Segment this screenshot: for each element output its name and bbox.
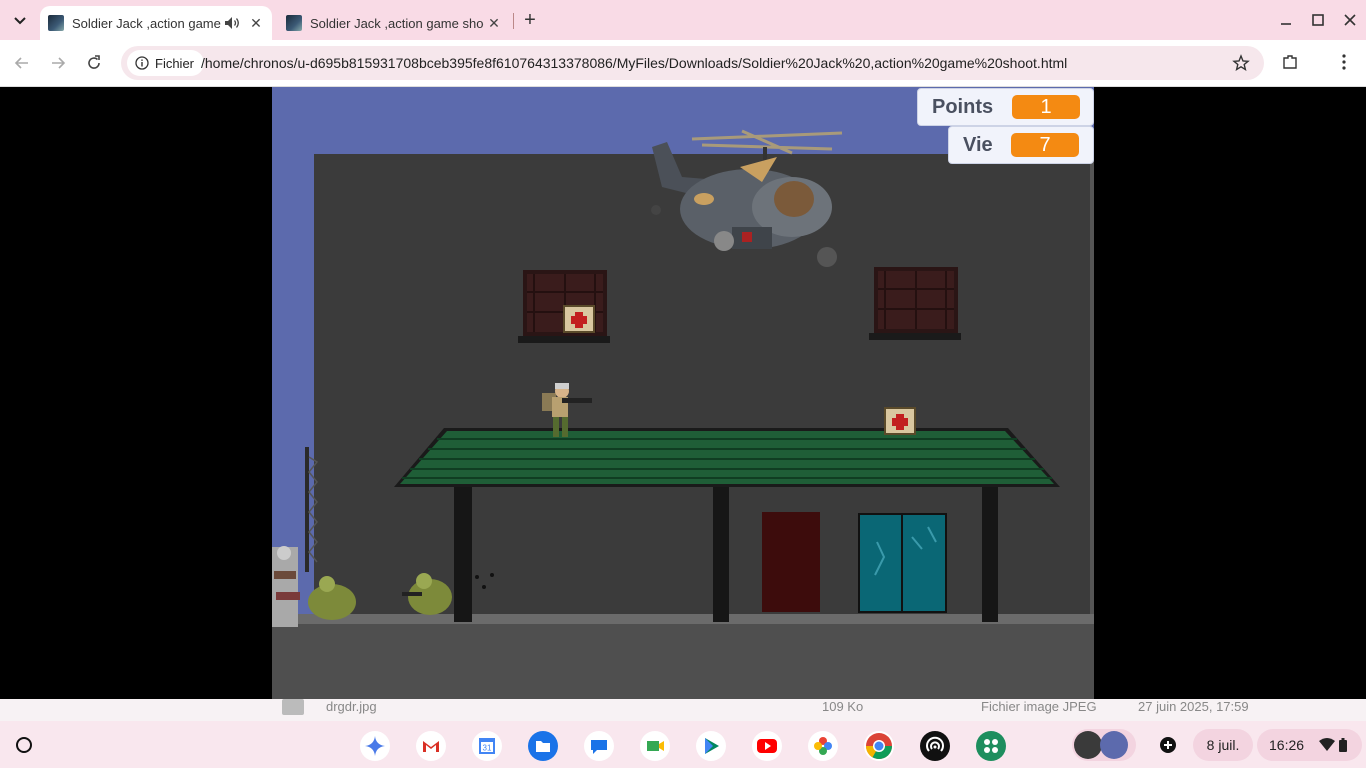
game-scene — [272, 129, 1094, 704]
file-thumbnail — [282, 699, 304, 715]
life-value: 7 — [1011, 133, 1079, 157]
meet-icon[interactable] — [640, 731, 670, 761]
status-area[interactable]: 16:26 — [1257, 729, 1362, 761]
pillar — [454, 485, 472, 622]
os-shelf: 31 8 juil. 16:26 — [0, 721, 1366, 768]
points-value: 1 — [1012, 95, 1080, 119]
game-favicon-icon — [286, 15, 302, 31]
file-name: drgdr.jpg — [326, 699, 377, 714]
speaker-icon[interactable] — [224, 16, 240, 30]
tab-soldier-jack-active[interactable]: Soldier Jack ,action game s ✕ — [40, 6, 272, 40]
site-chip-label: Fichier — [155, 55, 195, 71]
shelter-roof — [394, 428, 1060, 487]
life-panel: Vie 7 — [948, 126, 1094, 164]
calendar-icon[interactable]: 31 — [472, 731, 502, 761]
messages-icon[interactable] — [584, 731, 614, 761]
medkit-pickup — [563, 305, 595, 333]
reload-icon[interactable] — [84, 53, 104, 73]
play-store-icon[interactable] — [696, 731, 726, 761]
tab-search-chevron-icon[interactable] — [8, 10, 32, 30]
file-date: 27 juin 2025, 17:59 — [1138, 699, 1249, 714]
file-type: Fichier image JPEG — [981, 699, 1097, 714]
chrome-icon[interactable] — [864, 731, 894, 761]
tab-soldier-jack-2[interactable]: Soldier Jack ,action game shoo ✕ — [278, 6, 510, 40]
building-window-right — [869, 267, 961, 340]
game-canvas[interactable]: Points 1 Vie 7 — [272, 87, 1094, 704]
medkit-pickup — [884, 407, 916, 435]
pillar — [982, 485, 998, 622]
tab-title: Soldier Jack ,action game s — [72, 15, 224, 31]
tab-strip: Soldier Jack ,action game s ✕ Soldier Ja… — [0, 0, 1366, 40]
file-manager-row[interactable]: drgdr.jpg 109 Ko Fichier image JPEG 27 j… — [0, 699, 1366, 721]
points-label: Points — [932, 95, 994, 118]
kebab-menu-icon[interactable] — [1336, 53, 1352, 71]
minimize-icon[interactable] — [1276, 10, 1296, 30]
file-size: 109 Ko — [822, 699, 864, 714]
browser-toolbar: Fichier /home/chronos/u-d695b815931708bc… — [0, 40, 1366, 87]
glass-door — [858, 513, 947, 613]
page-content: Points 1 Vie 7 — [0, 87, 1366, 704]
site-info-chip[interactable]: Fichier — [127, 50, 205, 76]
life-label: Vie — [963, 133, 993, 156]
gmail-icon[interactable] — [416, 731, 446, 761]
battery-icon — [1339, 738, 1347, 752]
app-grid-icon[interactable] — [976, 731, 1006, 761]
points-panel: Points 1 — [917, 88, 1094, 126]
game-window-thumbnail-icon[interactable] — [1100, 731, 1128, 759]
forward-arrow-icon[interactable] — [48, 53, 68, 73]
podcast-icon[interactable] — [920, 731, 950, 761]
close-tab-icon[interactable]: ✕ — [246, 15, 266, 32]
close-tab-icon[interactable]: ✕ — [484, 15, 504, 32]
add-circle-icon[interactable] — [1158, 735, 1178, 755]
gemini-icon[interactable] — [360, 731, 390, 761]
bookmark-star-icon[interactable] — [1232, 54, 1250, 72]
photos-icon[interactable] — [808, 731, 838, 761]
wifi-icon — [1319, 738, 1335, 751]
info-icon — [135, 56, 149, 70]
red-door — [762, 512, 820, 612]
date-chip[interactable]: 8 juil. — [1193, 729, 1253, 761]
game-favicon-icon — [48, 15, 64, 31]
close-window-icon[interactable] — [1340, 10, 1360, 30]
extensions-puzzle-icon[interactable] — [1281, 53, 1299, 71]
open-windows-tray[interactable] — [1072, 729, 1136, 761]
new-tab-button[interactable]: + — [520, 8, 540, 32]
svg-text:31: 31 — [483, 744, 492, 753]
url-text[interactable]: /home/chronos/u-d695b815931708bceb395fe8… — [201, 55, 1067, 71]
back-arrow-icon[interactable] — [12, 53, 32, 73]
files-icon[interactable] — [528, 731, 558, 761]
game-window-thumbnail-icon[interactable] — [1074, 731, 1102, 759]
maximize-icon[interactable] — [1308, 10, 1328, 30]
tab-title: Soldier Jack ,action game shoo — [310, 15, 484, 31]
address-bar[interactable]: Fichier /home/chronos/u-d695b815931708bc… — [121, 46, 1264, 80]
enemy-soldier-group — [272, 546, 300, 627]
sidewalk — [272, 614, 1094, 624]
youtube-icon[interactable] — [752, 731, 782, 761]
ladder-pole — [305, 447, 309, 572]
launcher-icon[interactable] — [14, 735, 34, 755]
tab-separator — [513, 13, 514, 29]
pillar — [713, 485, 729, 622]
ground — [272, 624, 1094, 704]
clock-time: 16:26 — [1269, 737, 1305, 753]
